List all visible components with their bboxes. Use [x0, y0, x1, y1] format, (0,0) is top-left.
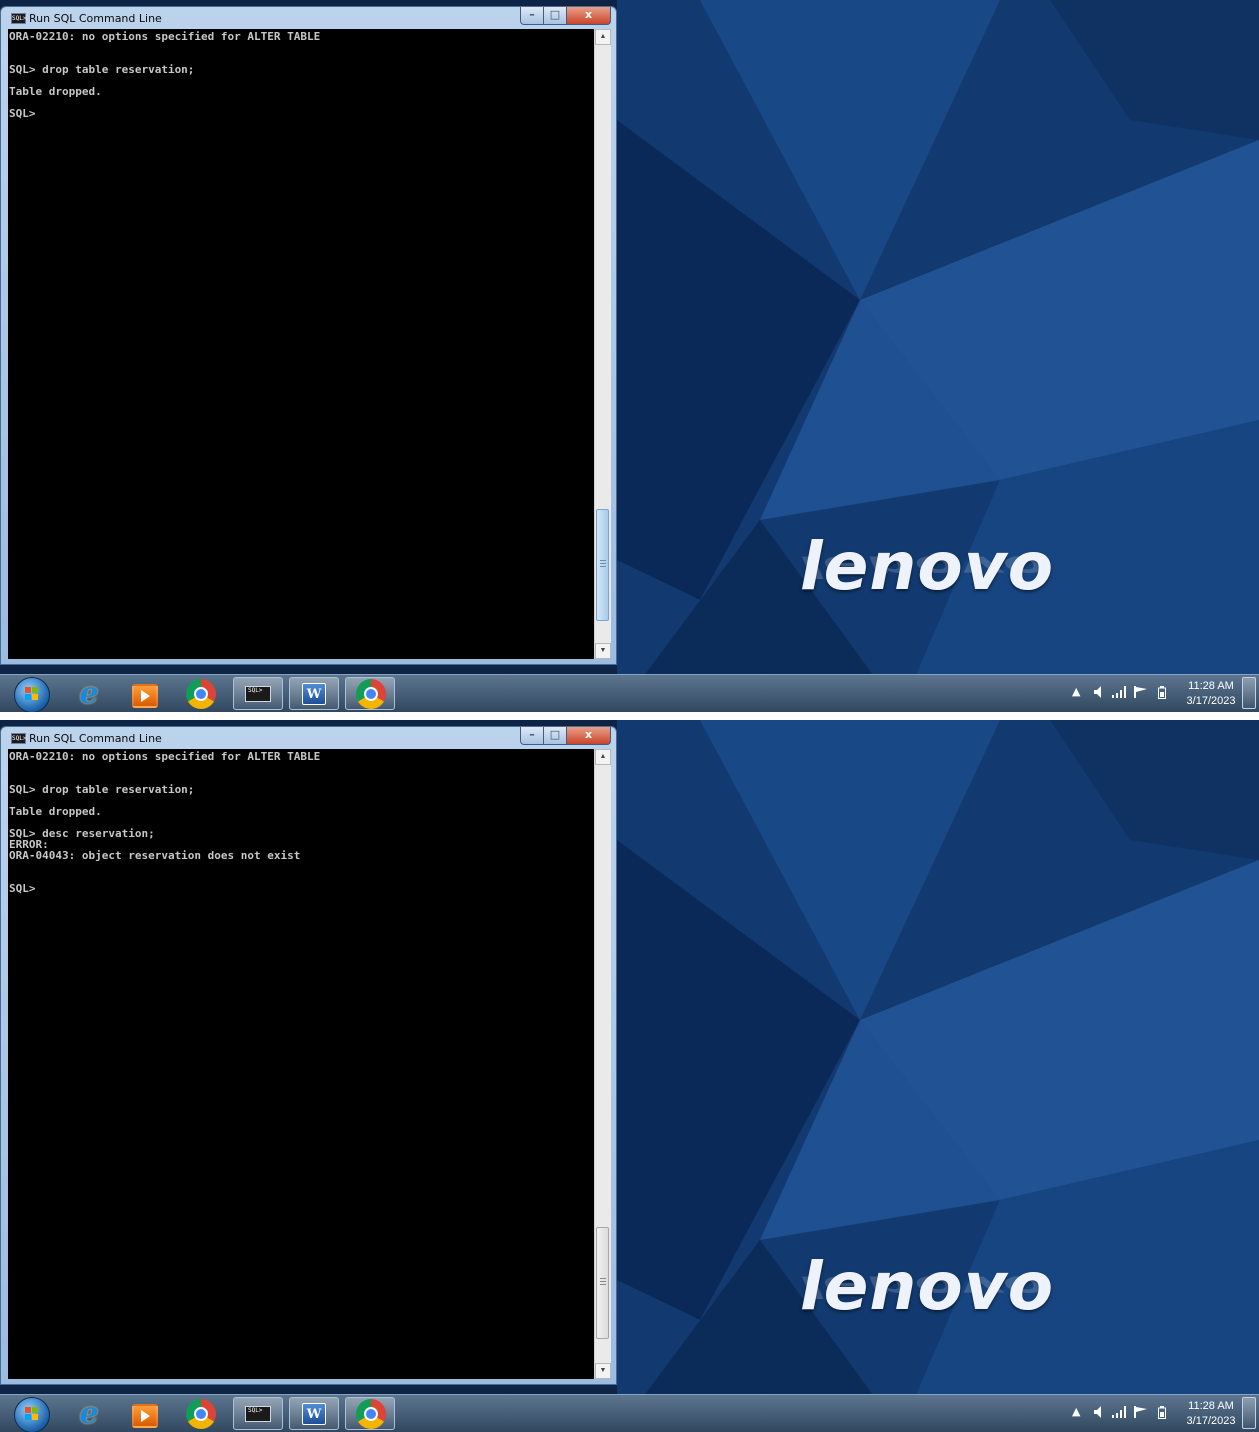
tray-overflow-arrow-icon[interactable]: ▲: [1072, 685, 1080, 698]
window-titlebar[interactable]: SQL> Run SQL Command Line – □ x: [1, 7, 616, 29]
clock-date: 3/17/2023: [1186, 695, 1236, 707]
vertical-scrollbar[interactable]: ▲ ▼: [594, 29, 611, 659]
window-title: Run SQL Command Line: [29, 732, 162, 745]
sql-command-line-taskbar-button[interactable]: SQL>: [233, 1397, 283, 1430]
clock-time: 11:28 AM: [1188, 1400, 1234, 1412]
scroll-up-arrow-icon[interactable]: ▲: [595, 29, 611, 45]
chrome-icon[interactable]: [186, 679, 216, 709]
microsoft-word-taskbar-button[interactable]: W: [289, 1397, 339, 1430]
sql-command-line-taskbar-button[interactable]: SQL>: [233, 677, 283, 710]
chrome-taskbar-button[interactable]: [345, 1397, 395, 1430]
chrome-icon: [356, 1399, 386, 1429]
volume-icon[interactable]: [1094, 1406, 1104, 1418]
battery-icon[interactable]: [1158, 686, 1166, 699]
screenshot-bottom: lenovo lenovo SQL> Run SQL Command Line …: [0, 720, 1259, 1432]
scroll-thumb[interactable]: [596, 509, 609, 621]
clock-time: 11:28 AM: [1188, 680, 1234, 692]
chrome-taskbar-button[interactable]: [345, 677, 395, 710]
internet-explorer-icon[interactable]: e: [72, 677, 106, 711]
media-player-icon[interactable]: [132, 1404, 158, 1428]
console-output[interactable]: ORA-02210: no options specified for ALTE…: [8, 29, 594, 659]
sql-command-line-window[interactable]: SQL> Run SQL Command Line – □ x ORA-0221…: [0, 726, 617, 1385]
console-line: SQL> drop table reservation;: [9, 63, 195, 76]
sql-command-line-window[interactable]: SQL> Run SQL Command Line – □ x ORA-0221…: [0, 6, 617, 665]
console-line: ORA-02210: no options specified for ALTE…: [9, 750, 321, 763]
show-desktop-button[interactable]: [1242, 1397, 1256, 1429]
network-signal-icon[interactable]: [1112, 686, 1128, 698]
sql-app-icon: SQL>: [11, 13, 26, 24]
app-icon-text: SQL>: [12, 735, 27, 742]
system-clock[interactable]: 11:28 AM 3/17/2023: [1184, 679, 1238, 709]
word-icon: W: [302, 683, 326, 705]
window-title: Run SQL Command Line: [29, 12, 162, 25]
console-output[interactable]: ORA-02210: no options specified for ALTE…: [8, 749, 594, 1379]
taskbar: e SQL> W ▲ 11:28 AM 3/17/2023: [0, 674, 1259, 712]
app-icon-text: SQL>: [12, 15, 27, 22]
vertical-scrollbar[interactable]: ▲ ▼: [594, 749, 611, 1379]
minimize-button[interactable]: –: [520, 7, 544, 25]
console-line: ORA-04043: object reservation does not e…: [9, 849, 301, 862]
sql-icon: SQL>: [245, 1406, 271, 1422]
internet-explorer-icon[interactable]: e: [72, 1397, 106, 1431]
close-button[interactable]: x: [566, 7, 611, 25]
action-center-flag-icon[interactable]: [1134, 686, 1148, 698]
chrome-icon[interactable]: [186, 1399, 216, 1429]
clock-date: 3/17/2023: [1186, 1415, 1236, 1427]
windows-start-icon[interactable]: [14, 1397, 50, 1432]
tray-overflow-arrow-icon[interactable]: ▲: [1072, 1405, 1080, 1418]
microsoft-word-taskbar-button[interactable]: W: [289, 677, 339, 710]
network-signal-icon[interactable]: [1112, 1406, 1128, 1418]
screenshot-top: lenovo lenovo SQL> Run SQL Command Line …: [0, 0, 1259, 712]
window-titlebar[interactable]: SQL> Run SQL Command Line – □ x: [1, 727, 616, 749]
maximize-button[interactable]: □: [543, 727, 567, 745]
windows-start-icon[interactable]: [14, 677, 50, 712]
media-player-icon[interactable]: [132, 684, 158, 708]
sql-icon: SQL>: [245, 686, 271, 702]
close-button[interactable]: x: [566, 727, 611, 745]
chrome-icon: [356, 679, 386, 709]
scroll-down-arrow-icon[interactable]: ▼: [595, 1363, 611, 1379]
sql-app-icon: SQL>: [11, 733, 26, 744]
console-prompt: SQL>: [9, 107, 36, 120]
maximize-button[interactable]: □: [543, 7, 567, 25]
console-line: Table dropped.: [9, 85, 102, 98]
console-line: SQL> drop table reservation;: [9, 783, 195, 796]
console-line: Table dropped.: [9, 805, 102, 818]
console-prompt: SQL>: [9, 882, 36, 895]
action-center-flag-icon[interactable]: [1134, 1406, 1148, 1418]
scroll-down-arrow-icon[interactable]: ▼: [595, 643, 611, 659]
taskbar: e SQL> W ▲ 11:28 AM 3/17/2023: [0, 1394, 1259, 1432]
word-icon: W: [302, 1403, 326, 1425]
scroll-up-arrow-icon[interactable]: ▲: [595, 749, 611, 765]
lenovo-logo-reflection: lenovo: [800, 549, 1049, 584]
battery-icon[interactable]: [1158, 1406, 1166, 1419]
scroll-thumb[interactable]: [596, 1227, 609, 1339]
system-clock[interactable]: 11:28 AM 3/17/2023: [1184, 1399, 1238, 1429]
minimize-button[interactable]: –: [520, 727, 544, 745]
lenovo-logo-reflection: lenovo: [800, 1269, 1049, 1304]
volume-icon[interactable]: [1094, 686, 1104, 698]
console-line: ORA-02210: no options specified for ALTE…: [9, 30, 321, 43]
show-desktop-button[interactable]: [1242, 677, 1256, 709]
